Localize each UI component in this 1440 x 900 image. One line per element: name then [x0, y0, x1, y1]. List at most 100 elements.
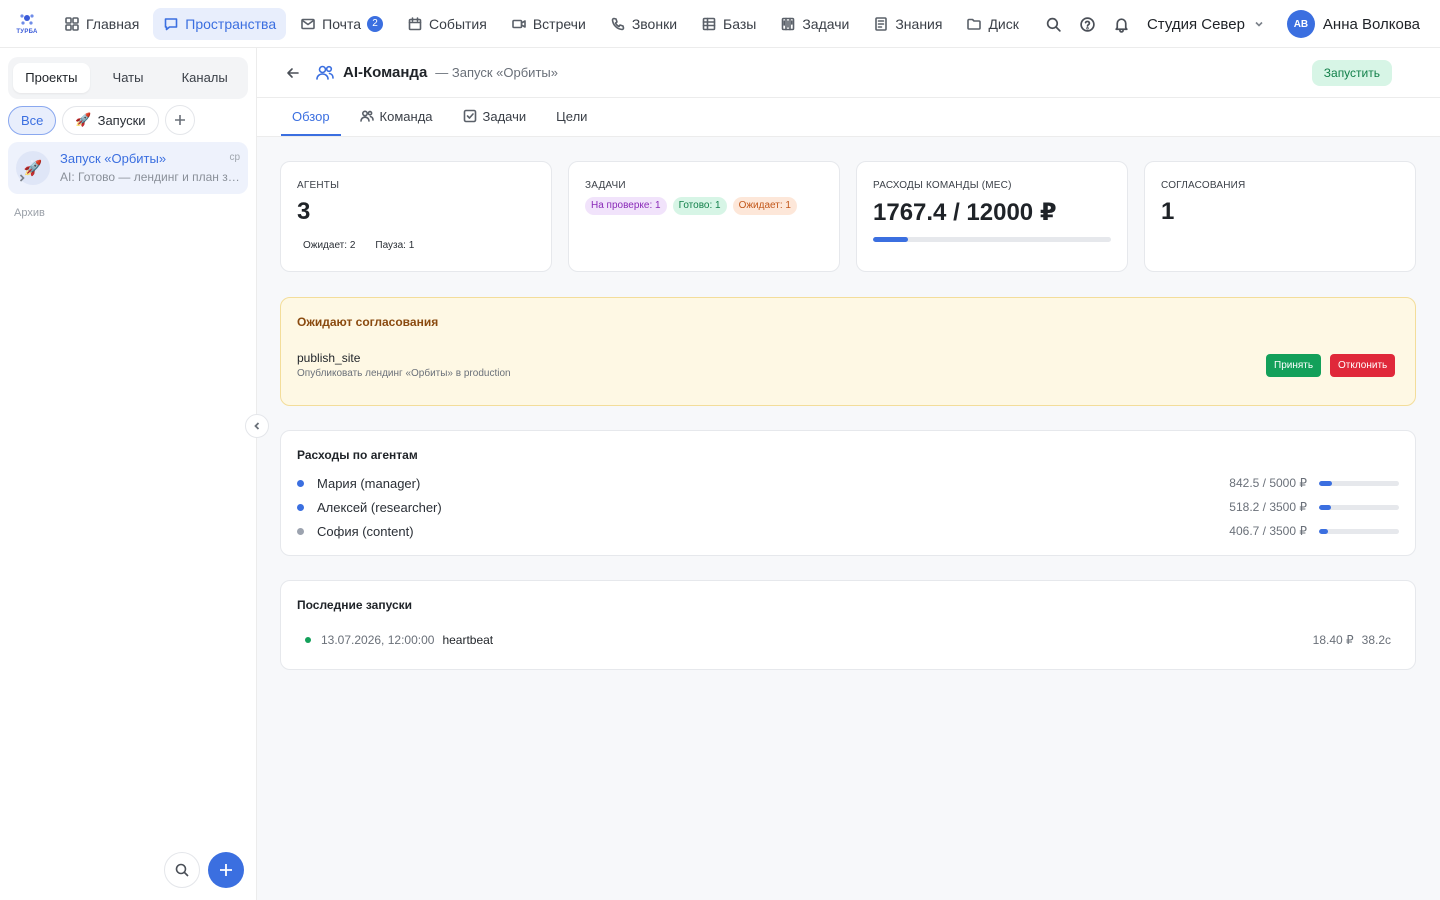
phone-icon — [611, 17, 625, 30]
nav-item-spaces[interactable]: Пространства — [153, 7, 287, 40]
tab-bar: Обзор Команда Задачи Цели — [257, 98, 1440, 137]
search-button[interactable] — [1037, 7, 1071, 41]
chevron-left-icon — [254, 422, 260, 430]
book-icon — [875, 16, 888, 31]
add-filter-button[interactable] — [164, 105, 195, 135]
nav-item-label: Почта — [322, 15, 362, 32]
nav-item-label: Базы — [723, 15, 757, 32]
nav-item-label: Диск — [988, 15, 1019, 32]
nav-item-label: Задачи — [802, 15, 850, 32]
search-icon — [175, 863, 189, 877]
app-logo[interactable]: ТУРБА — [0, 0, 54, 48]
agents-paused: Пауза: 1 — [375, 240, 415, 251]
nav-item-label: События — [429, 15, 487, 32]
video-icon — [512, 19, 526, 28]
project-title: Запуск «Орбиты» — [60, 151, 167, 166]
sidebar-add-button[interactable] — [208, 852, 244, 888]
filter-launches-label: Запуски — [97, 112, 146, 128]
project-time: ср — [229, 152, 240, 163]
grid-icon — [65, 16, 79, 31]
team-icon — [315, 63, 335, 83]
status-badge-review: На проверке: 1 — [585, 197, 667, 215]
sidebar-search-button[interactable] — [164, 852, 200, 888]
nav-item-meetings[interactable]: Встречи — [501, 8, 596, 40]
tab-tasks[interactable]: Задачи — [452, 98, 538, 136]
page-title: AI-Команда — [343, 64, 428, 81]
page-subtitle: — Запуск «Орбиты» — [435, 65, 558, 80]
accept-button[interactable]: Принять — [1266, 354, 1322, 377]
agent-amount: 406.7 / 3500 ₽ — [1229, 524, 1307, 538]
filter-launches[interactable]: 🚀 Запуски — [62, 105, 159, 135]
segment-projects[interactable]: Проекты — [13, 63, 90, 93]
tab-label: Команда — [379, 108, 433, 124]
agent-progress-fill — [1319, 504, 1331, 510]
nav-item-events[interactable]: События — [397, 8, 497, 40]
collapse-sidebar-button[interactable] — [245, 414, 269, 438]
users-icon — [359, 110, 374, 122]
run-status-dot — [305, 637, 311, 643]
approval-description: Опубликовать лендинг «Орбиты» в producti… — [297, 368, 511, 379]
run-name: heartbeat — [442, 633, 494, 647]
approvals-title: Ожидают согласования — [297, 315, 439, 329]
segment-chats[interactable]: Чаты — [90, 63, 167, 93]
agents-waiting: Ожидает: 2 — [303, 240, 356, 251]
agent-amount: 842.5 / 5000 ₽ — [1229, 476, 1307, 490]
agent-progress-fill — [1319, 528, 1329, 534]
avatar: АВ — [1286, 10, 1315, 38]
calendar-icon — [408, 16, 422, 30]
notifications-button[interactable] — [1105, 7, 1139, 41]
section-title: Последние запуски — [297, 598, 413, 612]
list-item-project[interactable]: 🚀 Запуск «Орбиты» AI: Готово — лендинг и… — [8, 142, 248, 194]
nav-item-bases[interactable]: Базы — [691, 8, 766, 40]
nav-item-mail[interactable]: Почта 2 — [290, 8, 393, 40]
tab-team[interactable]: Команда — [349, 98, 444, 136]
nav-item-home[interactable]: Главная — [54, 8, 149, 40]
reject-button[interactable]: Отклонить — [1330, 354, 1396, 377]
tab-label: Цели — [556, 108, 588, 124]
run-duration: 38.2с — [1361, 633, 1391, 647]
nav-item-label: Звонки — [631, 15, 678, 32]
nav-item-knowledge[interactable]: Знания — [863, 8, 952, 40]
agent-progress-bar — [1319, 504, 1399, 510]
logo-icon — [20, 14, 34, 25]
nav-item-calls[interactable]: Звонки — [600, 8, 687, 40]
kanban-icon — [782, 17, 795, 30]
tab-overview[interactable]: Обзор — [281, 98, 341, 136]
list-item-run[interactable]: 13.07.2026, 12:00:00 heartbeat 18.40 ₽ 3… — [305, 630, 1391, 650]
nav-item-disk[interactable]: Диск — [956, 8, 1028, 40]
search-icon — [1047, 17, 1062, 32]
chevron-down-icon — [1255, 21, 1263, 27]
logo-text: ТУРБА — [16, 29, 38, 35]
stat-label: РАСХОДЫ КОМАНДЫ (МЕС) — [873, 180, 1012, 191]
table-icon — [702, 17, 716, 30]
agents-meta: Ожидает: 2 Пауза: 1 — [303, 240, 414, 251]
task-status-pills: На проверке: 1 Готово: 1 Ожидает: 1 — [585, 197, 797, 215]
filter-all[interactable]: Все — [8, 105, 57, 135]
main-content: AI-Команда — Запуск «Орбиты» Запустить О… — [257, 48, 1440, 900]
back-button[interactable] — [283, 63, 303, 83]
nav-item-tasks[interactable]: Задачи — [770, 8, 859, 40]
page-header: AI-Команда — Запуск «Орбиты» Запустить — [257, 48, 1440, 98]
agent-dot — [297, 479, 304, 487]
project-subtitle: AI: Готово — лендинг и план запуска — [60, 170, 240, 184]
nav-item-label: Пространства — [185, 15, 277, 32]
mail-icon — [301, 18, 315, 29]
archive-label[interactable]: Архив — [14, 207, 45, 219]
user-menu[interactable]: АВ Анна Волкова — [1286, 10, 1420, 38]
stat-value: 1767.4 / 12000 ₽ — [873, 199, 1057, 226]
tab-label: Обзор — [292, 108, 330, 124]
segment-channels[interactable]: Каналы — [166, 63, 243, 93]
help-icon — [1080, 16, 1096, 32]
tab-goals[interactable]: Цели — [545, 98, 598, 136]
org-switcher[interactable]: Студия Север — [1147, 16, 1265, 33]
expand-caret[interactable] — [17, 173, 27, 183]
agent-name: София (content) — [317, 523, 414, 539]
bell-icon — [1115, 17, 1129, 33]
section-title: Расходы по агентам — [297, 448, 418, 462]
agent-dot — [297, 503, 304, 511]
agent-progress-fill — [1319, 480, 1333, 486]
help-button[interactable] — [1071, 7, 1105, 41]
run-button[interactable]: Запустить — [1311, 60, 1392, 86]
list-item-agent: София (content) 406.7 / 3500 ₽ — [297, 521, 1399, 541]
org-name: Студия Север — [1146, 15, 1245, 33]
